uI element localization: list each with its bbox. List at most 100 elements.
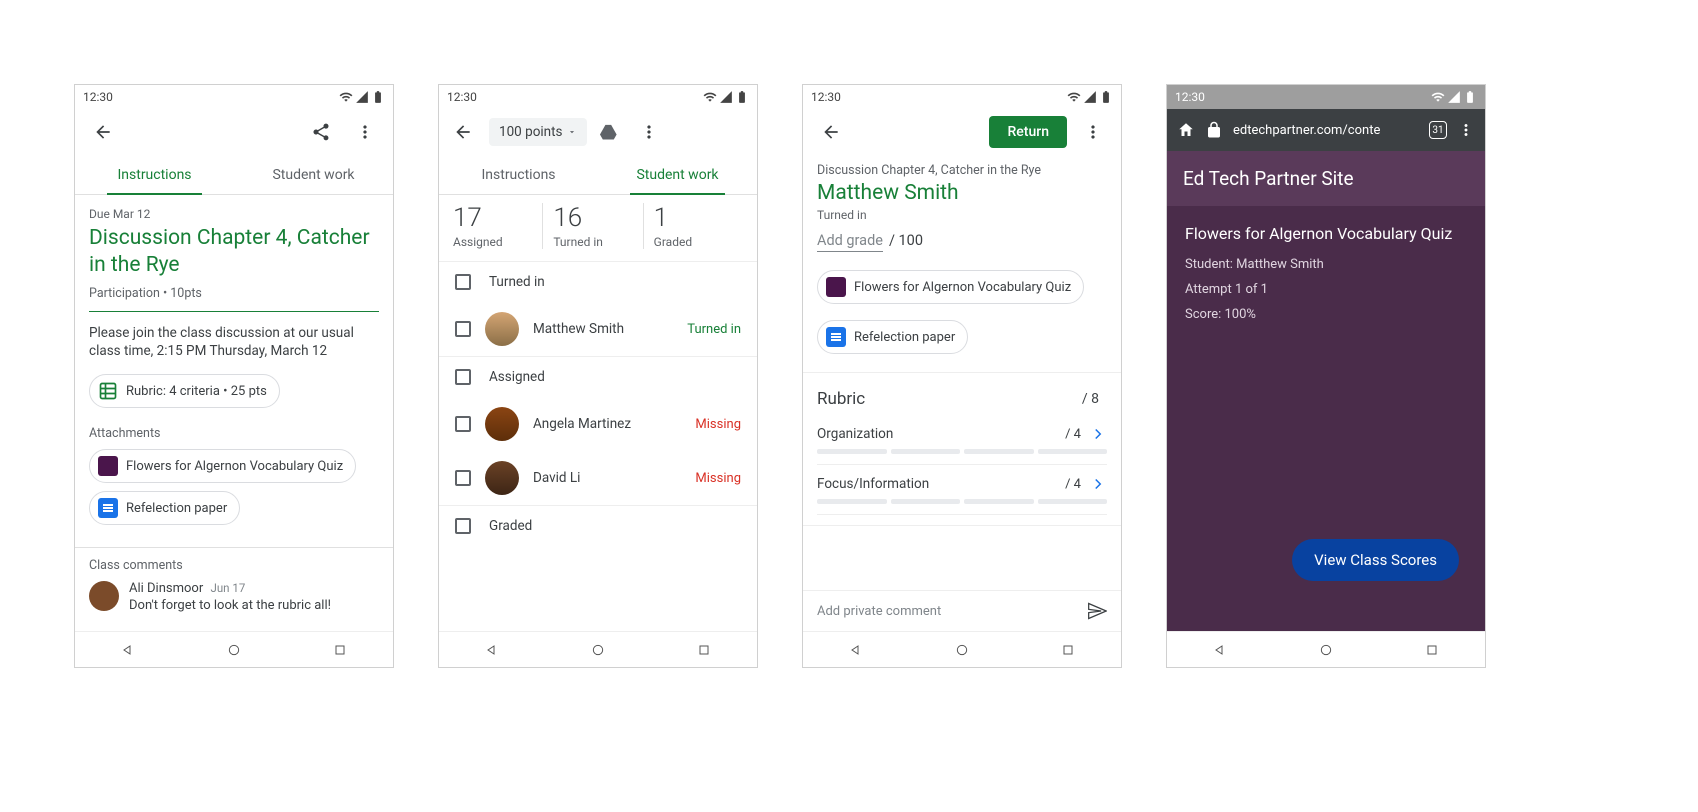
nav-home-icon[interactable] (1318, 642, 1334, 658)
student-row[interactable]: Matthew Smith Turned in (439, 302, 757, 356)
view-class-scores-button[interactable]: View Class Scores (1292, 539, 1459, 581)
android-navbar (439, 631, 757, 667)
statusbar: 12:30 (439, 85, 757, 109)
nav-back-icon[interactable] (848, 642, 864, 658)
stat-turned-in[interactable]: 16 Turned in (543, 203, 643, 249)
section-label: Assigned (489, 369, 545, 385)
stat-number: 1 (654, 203, 743, 233)
nav-back-icon[interactable] (1212, 642, 1228, 658)
student-name: Matthew Smith (817, 181, 1107, 205)
url-bar[interactable]: edtechpartner.com/conte (1233, 123, 1419, 138)
tabs: Instructions Student work (439, 155, 757, 195)
nav-recent-icon[interactable] (1424, 642, 1440, 658)
tab-instructions[interactable]: Instructions (439, 155, 598, 195)
section-graded[interactable]: Graded (439, 505, 757, 546)
lock-icon (1205, 121, 1223, 139)
comment-placeholder: Add private comment (817, 604, 1077, 619)
status-badge: Missing (695, 417, 741, 432)
section-turned-in[interactable]: Turned in (439, 261, 757, 302)
back-button[interactable] (813, 114, 849, 150)
attachment-label: Flowers for Algernon Vocabulary Quiz (854, 280, 1071, 295)
tab-student-work[interactable]: Student work (234, 155, 393, 195)
breadcrumb: Discussion Chapter 4, Catcher in the Rye (817, 163, 1107, 178)
overflow-button[interactable] (347, 114, 383, 150)
stat-label: Graded (654, 235, 743, 249)
student-row[interactable]: David Li Missing (439, 451, 757, 505)
nav-home-icon[interactable] (954, 642, 970, 658)
send-icon[interactable] (1087, 601, 1107, 621)
clock: 12:30 (811, 90, 1067, 104)
stat-number: 17 (453, 203, 542, 233)
return-button[interactable]: Return (989, 116, 1067, 148)
overflow-button[interactable] (1075, 114, 1111, 150)
rubric-header[interactable]: Rubric / 8 (817, 383, 1107, 415)
points-dropdown[interactable]: 100 points (489, 118, 587, 146)
site-title: Ed Tech Partner Site (1167, 151, 1485, 206)
partner-app-icon (826, 277, 846, 297)
tab-instructions[interactable]: Instructions (75, 155, 234, 195)
screen-grading: 12:30 Return Discussion Chapter 4, Catch… (802, 84, 1122, 668)
checkbox[interactable] (455, 518, 471, 534)
rubric-criterion[interactable]: Organization / 4 (817, 415, 1107, 465)
stat-assigned[interactable]: 17 Assigned (453, 203, 543, 249)
battery-icon (1099, 90, 1113, 104)
rubric-icon (98, 381, 118, 401)
student-name: Matthew Smith (533, 321, 673, 337)
student-name: David Li (533, 470, 681, 486)
student-row[interactable]: Angela Martinez Missing (439, 397, 757, 451)
drive-button[interactable] (591, 114, 627, 150)
checkbox[interactable] (455, 369, 471, 385)
checkbox[interactable] (455, 470, 471, 486)
appbar: Return (803, 109, 1121, 155)
tabs: Instructions Student work (75, 155, 393, 195)
statusbar: 12:30 (75, 85, 393, 109)
tab-student-work[interactable]: Student work (598, 155, 757, 195)
nav-recent-icon[interactable] (696, 642, 712, 658)
nav-back-icon[interactable] (120, 642, 136, 658)
attachment-quiz[interactable]: Flowers for Algernon Vocabulary Quiz (817, 270, 1084, 304)
attachment-label: Flowers for Algernon Vocabulary Quiz (126, 459, 343, 474)
section-label: Graded (489, 518, 532, 534)
share-button[interactable] (303, 114, 339, 150)
nav-home-icon[interactable] (226, 642, 242, 658)
comment-date: Jun 17 (210, 581, 245, 595)
attachment-quiz[interactable]: Flowers for Algernon Vocabulary Quiz (89, 449, 356, 483)
due-date: Due Mar 12 (89, 207, 379, 221)
partner-app-icon (98, 456, 118, 476)
quiz-title: Flowers for Algernon Vocabulary Quiz (1185, 224, 1467, 243)
stat-label: Turned in (553, 235, 642, 249)
nav-recent-icon[interactable] (1060, 642, 1076, 658)
battery-icon (1463, 90, 1477, 104)
signal-icon (719, 90, 733, 104)
tab-count[interactable]: 31 (1429, 121, 1447, 139)
nav-back-icon[interactable] (484, 642, 500, 658)
wifi-icon (1067, 90, 1081, 104)
grade-input[interactable]: Add grade (817, 232, 883, 252)
private-comment-input[interactable]: Add private comment (803, 590, 1121, 631)
attachments-label: Attachments (89, 426, 379, 441)
nav-home-icon[interactable] (590, 642, 606, 658)
rubric-label: Rubric (817, 389, 1082, 409)
section-assigned[interactable]: Assigned (439, 356, 757, 397)
stat-graded[interactable]: 1 Graded (644, 203, 743, 249)
battery-icon (735, 90, 749, 104)
assignment-description: Please join the class discussion at our … (89, 324, 379, 360)
home-icon[interactable] (1177, 121, 1195, 139)
attachment-doc[interactable]: Refelection paper (817, 320, 968, 354)
checkbox[interactable] (455, 274, 471, 290)
comment-text: Don't forget to look at the rubric all! (129, 598, 331, 613)
rubric-criterion[interactable]: Focus/Information / 4 (817, 465, 1107, 515)
rubric-chip-label: Rubric: 4 criteria • 25 pts (126, 384, 267, 399)
back-button[interactable] (85, 114, 121, 150)
back-button[interactable] (445, 114, 481, 150)
appbar (75, 109, 393, 155)
rubric-chip[interactable]: Rubric: 4 criteria • 25 pts (89, 374, 280, 408)
checkbox[interactable] (455, 416, 471, 432)
checkbox[interactable] (455, 321, 471, 337)
overflow-button[interactable] (631, 114, 667, 150)
nav-recent-icon[interactable] (332, 642, 348, 658)
grade-total: / 100 (889, 232, 923, 249)
attempt-line: Attempt 1 of 1 (1185, 282, 1467, 297)
attachment-doc[interactable]: Refelection paper (89, 491, 240, 525)
overflow-icon[interactable] (1457, 121, 1475, 139)
